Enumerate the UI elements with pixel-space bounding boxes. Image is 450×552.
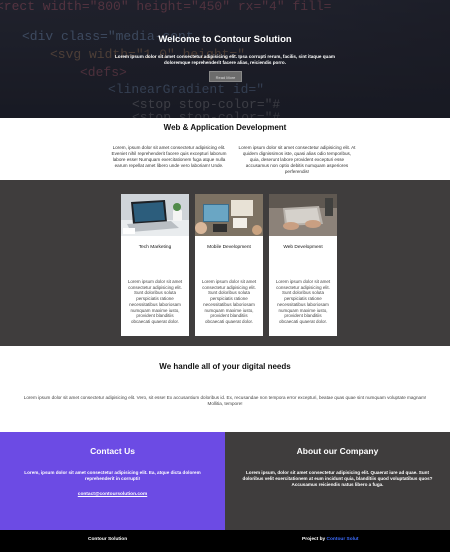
digital-needs-text: Lorem ipsum dolor sit amet consectetur a… [23, 395, 427, 407]
footer-brand: Contour Solution [88, 537, 128, 542]
footer-credit-link[interactable]: Contour Solut [327, 537, 359, 542]
read-more-button[interactable]: Read More [209, 71, 242, 82]
hero-banner: <rect width="800" height="450" rx="4" fi… [0, 0, 450, 118]
web-app-heading: Web & Application Development [163, 123, 287, 132]
card-title: Web Development [283, 245, 323, 250]
footer-credit-prefix: Project by [302, 537, 327, 542]
about-text: Lorem ipsum, dolor sit amet consectetur … [242, 470, 433, 487]
service-card-tech-marketing[interactable]: Tech Marketing Lorem ipsum dolor sit ame… [121, 194, 189, 336]
about-heading: About our Company [296, 446, 379, 456]
card-title: Tech Marketing [138, 245, 172, 250]
card-text: Lorem ipsum dolor sit amet consectetur a… [127, 279, 183, 324]
hero-title: Welcome to Contour Solution [158, 34, 292, 45]
laptop-desk-image [121, 194, 189, 236]
digital-needs-heading: We handle all of your digital needs [159, 362, 291, 371]
team-desk-image [195, 194, 263, 236]
footer: Contour Solution Project by Contour Solu… [0, 530, 450, 552]
card-text: Lorem ipsum dolor sit amet consectetur a… [201, 279, 257, 324]
typing-laptop-image [269, 194, 337, 236]
contact-text: Lorem, ipsum dolor sit amet consectetur … [24, 470, 201, 481]
contact-email-link[interactable]: contact@contoursolution.com [0, 492, 225, 497]
contact-section: Contact Us Lorem, ipsum dolor sit amet c… [0, 432, 225, 530]
card-title: Mobile Development [207, 245, 251, 250]
hero-text: Lorem ipsum dolor sit amet consectetur a… [114, 54, 336, 65]
services-section: Tech Marketing Lorem ipsum dolor sit ame… [0, 180, 450, 346]
contact-heading: Contact Us [90, 446, 135, 456]
service-card-web-development[interactable]: Web Development Lorem ipsum dolor sit am… [269, 194, 337, 336]
about-section: About our Company Lorem ipsum, dolor sit… [225, 432, 450, 530]
card-text: Lorem ipsum dolor sit amet consectetur a… [275, 279, 331, 324]
web-app-section: Web & Application Development Lorem, ips… [0, 118, 450, 180]
footer-credit: Project by Contour Solut [302, 537, 359, 542]
web-app-right-text: Lorem ipsum dolor sit amet consectetur a… [238, 145, 356, 175]
web-app-left-text: Lorem, ipsum dolor sit amet consectetur … [111, 145, 227, 169]
digital-needs-section: We handle all of your digital needs Lore… [0, 346, 450, 432]
service-card-mobile-development[interactable]: Mobile Development Lorem ipsum dolor sit… [195, 194, 263, 336]
